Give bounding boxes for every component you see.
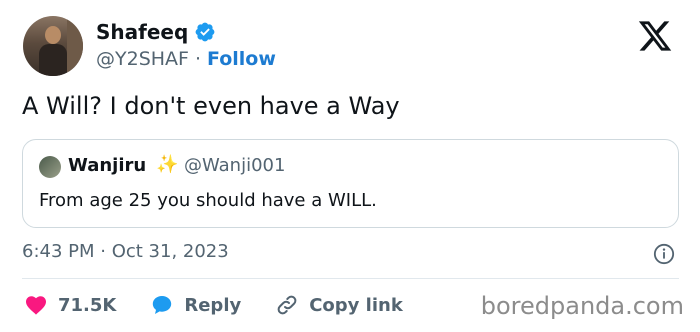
verified-badge-icon (195, 22, 215, 42)
author-handle-row: @Y2SHAF · Follow (96, 48, 276, 70)
author-handle[interactable]: @Y2SHAF (96, 48, 189, 70)
quoted-author-avatar[interactable] (39, 156, 61, 178)
separator-dot: · (194, 48, 202, 70)
author-avatar[interactable] (23, 16, 83, 76)
reply-label: Reply (184, 294, 242, 316)
divider (22, 278, 679, 279)
tweet-text: A Will? I don't even have a Way (22, 92, 400, 120)
copy-link-label: Copy link (309, 294, 403, 316)
heart-icon (26, 296, 46, 315)
author-display-name[interactable]: Shafeeq (96, 20, 188, 44)
like-button[interactable]: 71.5K (24, 293, 116, 317)
quoted-author-name[interactable]: Wanjiru (68, 155, 146, 176)
quoted-tweet-text: From age 25 you should have a WILL. (39, 190, 377, 211)
like-count: 71.5K (58, 294, 117, 316)
reply-button[interactable]: Reply (150, 293, 241, 317)
sparkle-emoji-icon: ✨ (156, 154, 179, 175)
follow-button[interactable]: Follow (207, 48, 276, 70)
reply-bubble-icon (153, 296, 172, 314)
info-icon[interactable] (653, 243, 675, 265)
source-watermark: boredpanda.com (480, 292, 684, 320)
author-name-row: Shafeeq (96, 20, 216, 44)
quoted-tweet[interactable]: Wanjiru ✨ @Wanji001 From age 25 you shou… (22, 139, 679, 228)
copy-link-button[interactable]: Copy link (275, 293, 403, 317)
action-bar: 71.5K Reply Copy link (24, 290, 437, 320)
link-icon (277, 295, 297, 315)
tweet-timestamp[interactable]: 6:43 PM · Oct 31, 2023 (22, 241, 229, 262)
x-logo-icon[interactable] (637, 18, 673, 54)
quoted-author-handle[interactable]: @Wanji001 (184, 155, 285, 176)
